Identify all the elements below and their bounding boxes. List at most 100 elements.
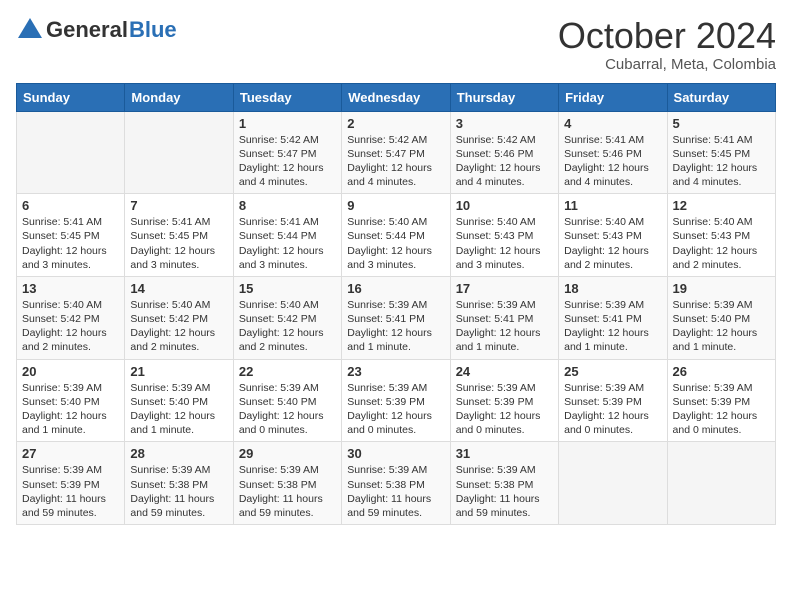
day-detail: Sunrise: 5:39 AM Sunset: 5:39 PM Dayligh… [564, 381, 661, 438]
day-detail: Sunrise: 5:39 AM Sunset: 5:39 PM Dayligh… [347, 381, 444, 438]
day-detail: Sunrise: 5:39 AM Sunset: 5:39 PM Dayligh… [456, 381, 553, 438]
calendar-cell: 13 Sunrise: 5:40 AM Sunset: 5:42 PM Dayli… [17, 276, 125, 359]
calendar-cell [17, 111, 125, 194]
day-detail: Sunrise: 5:42 AM Sunset: 5:47 PM Dayligh… [239, 133, 336, 190]
calendar-cell: 30 Sunrise: 5:39 AM Sunset: 5:38 PM Dayli… [342, 442, 450, 525]
day-detail: Sunrise: 5:41 AM Sunset: 5:44 PM Dayligh… [239, 215, 336, 272]
calendar-cell: 24 Sunrise: 5:39 AM Sunset: 5:39 PM Dayli… [450, 359, 558, 442]
day-detail: Sunrise: 5:39 AM Sunset: 5:40 PM Dayligh… [130, 381, 227, 438]
calendar-cell: 17Sunrise: 5:39 AM Sunset: 5:41 PM Dayli… [450, 276, 558, 359]
title-block: October 2024 Cubarral, Meta, Colombia [558, 16, 776, 73]
day-number: 19 [673, 281, 770, 296]
day-number: 21 [130, 364, 227, 379]
day-number: 12 [673, 198, 770, 213]
day-number: 8 [239, 198, 336, 213]
day-number: 11 [564, 198, 661, 213]
day-number: 5 [673, 116, 770, 131]
calendar-week-row: 20Sunrise: 5:39 AM Sunset: 5:40 PM Dayli… [17, 359, 776, 442]
calendar-week-row: 1 Sunrise: 5:42 AM Sunset: 5:47 PM Daylig… [17, 111, 776, 194]
day-number: 9 [347, 198, 444, 213]
calendar-cell: 16Sunrise: 5:39 AM Sunset: 5:41 PM Dayli… [342, 276, 450, 359]
calendar-cell [559, 442, 667, 525]
day-number: 30 [347, 446, 444, 461]
day-number: 1 [239, 116, 336, 131]
calendar-cell: 21 Sunrise: 5:39 AM Sunset: 5:40 PM Dayli… [125, 359, 233, 442]
calendar-cell: 6 Sunrise: 5:41 AM Sunset: 5:45 PM Daylig… [17, 194, 125, 277]
calendar-cell: 8 Sunrise: 5:41 AM Sunset: 5:44 PM Daylig… [233, 194, 341, 277]
calendar-cell: 3Sunrise: 5:42 AM Sunset: 5:46 PM Daylig… [450, 111, 558, 194]
day-number: 27 [22, 446, 119, 461]
calendar-cell: 1 Sunrise: 5:42 AM Sunset: 5:47 PM Daylig… [233, 111, 341, 194]
day-number: 23 [347, 364, 444, 379]
day-detail: Sunrise: 5:39 AM Sunset: 5:38 PM Dayligh… [347, 463, 444, 520]
calendar-cell: 20Sunrise: 5:39 AM Sunset: 5:40 PM Dayli… [17, 359, 125, 442]
logo-blue-text: Blue [129, 17, 177, 43]
calendar-cell: 27 Sunrise: 5:39 AM Sunset: 5:39 PM Dayli… [17, 442, 125, 525]
page-header: General Blue October 2024 Cubarral, Meta… [16, 16, 776, 73]
calendar-cell: 29Sunrise: 5:39 AM Sunset: 5:38 PM Dayli… [233, 442, 341, 525]
day-number: 26 [673, 364, 770, 379]
day-detail: Sunrise: 5:39 AM Sunset: 5:40 PM Dayligh… [673, 298, 770, 355]
day-detail: Sunrise: 5:40 AM Sunset: 5:43 PM Dayligh… [456, 215, 553, 272]
day-detail: Sunrise: 5:40 AM Sunset: 5:44 PM Dayligh… [347, 215, 444, 272]
day-detail: Sunrise: 5:41 AM Sunset: 5:46 PM Dayligh… [564, 133, 661, 190]
day-detail: Sunrise: 5:42 AM Sunset: 5:47 PM Dayligh… [347, 133, 444, 190]
day-detail: Sunrise: 5:41 AM Sunset: 5:45 PM Dayligh… [22, 215, 119, 272]
calendar-cell: 23 Sunrise: 5:39 AM Sunset: 5:39 PM Dayli… [342, 359, 450, 442]
day-detail: Sunrise: 5:40 AM Sunset: 5:42 PM Dayligh… [22, 298, 119, 355]
calendar-cell: 7 Sunrise: 5:41 AM Sunset: 5:45 PM Daylig… [125, 194, 233, 277]
calendar-cell: 10 Sunrise: 5:40 AM Sunset: 5:43 PM Dayli… [450, 194, 558, 277]
calendar-cell [125, 111, 233, 194]
logo: General Blue [16, 16, 177, 44]
day-number: 13 [22, 281, 119, 296]
calendar-week-row: 13 Sunrise: 5:40 AM Sunset: 5:42 PM Dayli… [17, 276, 776, 359]
calendar-cell: 14 Sunrise: 5:40 AM Sunset: 5:42 PM Dayli… [125, 276, 233, 359]
day-number: 25 [564, 364, 661, 379]
weekday-header-friday: Friday [559, 83, 667, 111]
calendar-cell: 18 Sunrise: 5:39 AM Sunset: 5:41 PM Dayli… [559, 276, 667, 359]
day-detail: Sunrise: 5:39 AM Sunset: 5:40 PM Dayligh… [22, 381, 119, 438]
calendar-cell: 25 Sunrise: 5:39 AM Sunset: 5:39 PM Dayli… [559, 359, 667, 442]
day-detail: Sunrise: 5:42 AM Sunset: 5:46 PM Dayligh… [456, 133, 553, 190]
day-detail: Sunrise: 5:39 AM Sunset: 5:40 PM Dayligh… [239, 381, 336, 438]
day-number: 28 [130, 446, 227, 461]
calendar-cell: 26 Sunrise: 5:39 AM Sunset: 5:39 PM Dayli… [667, 359, 775, 442]
day-detail: Sunrise: 5:39 AM Sunset: 5:41 PM Dayligh… [564, 298, 661, 355]
day-detail: Sunrise: 5:41 AM Sunset: 5:45 PM Dayligh… [130, 215, 227, 272]
day-detail: Sunrise: 5:40 AM Sunset: 5:42 PM Dayligh… [130, 298, 227, 355]
calendar-cell [667, 442, 775, 525]
weekday-header-row: SundayMondayTuesdayWednesdayThursdayFrid… [17, 83, 776, 111]
day-number: 18 [564, 281, 661, 296]
weekday-header-saturday: Saturday [667, 83, 775, 111]
day-detail: Sunrise: 5:39 AM Sunset: 5:39 PM Dayligh… [673, 381, 770, 438]
day-detail: Sunrise: 5:40 AM Sunset: 5:43 PM Dayligh… [673, 215, 770, 272]
day-number: 14 [130, 281, 227, 296]
calendar-cell: 5 Sunrise: 5:41 AM Sunset: 5:45 PM Daylig… [667, 111, 775, 194]
calendar-cell: 9 Sunrise: 5:40 AM Sunset: 5:44 PM Daylig… [342, 194, 450, 277]
day-detail: Sunrise: 5:40 AM Sunset: 5:42 PM Dayligh… [239, 298, 336, 355]
weekday-header-monday: Monday [125, 83, 233, 111]
calendar-cell: 31Sunrise: 5:39 AM Sunset: 5:38 PM Dayli… [450, 442, 558, 525]
day-detail: Sunrise: 5:41 AM Sunset: 5:45 PM Dayligh… [673, 133, 770, 190]
day-number: 31 [456, 446, 553, 461]
logo-icon [16, 16, 44, 44]
day-detail: Sunrise: 5:39 AM Sunset: 5:38 PM Dayligh… [130, 463, 227, 520]
calendar-cell: 15 Sunrise: 5:40 AM Sunset: 5:42 PM Dayli… [233, 276, 341, 359]
day-number: 24 [456, 364, 553, 379]
day-detail: Sunrise: 5:39 AM Sunset: 5:39 PM Dayligh… [22, 463, 119, 520]
logo-general-text: General [46, 17, 128, 43]
day-detail: Sunrise: 5:39 AM Sunset: 5:38 PM Dayligh… [239, 463, 336, 520]
day-number: 2 [347, 116, 444, 131]
weekday-header-wednesday: Wednesday [342, 83, 450, 111]
day-detail: Sunrise: 5:39 AM Sunset: 5:41 PM Dayligh… [347, 298, 444, 355]
calendar-cell: 28 Sunrise: 5:39 AM Sunset: 5:38 PM Dayli… [125, 442, 233, 525]
day-number: 10 [456, 198, 553, 213]
day-number: 4 [564, 116, 661, 131]
day-number: 15 [239, 281, 336, 296]
weekday-header-sunday: Sunday [17, 83, 125, 111]
day-number: 7 [130, 198, 227, 213]
calendar-cell: 12 Sunrise: 5:40 AM Sunset: 5:43 PM Dayli… [667, 194, 775, 277]
day-number: 6 [22, 198, 119, 213]
calendar-week-row: 27 Sunrise: 5:39 AM Sunset: 5:39 PM Dayli… [17, 442, 776, 525]
day-number: 17 [456, 281, 553, 296]
